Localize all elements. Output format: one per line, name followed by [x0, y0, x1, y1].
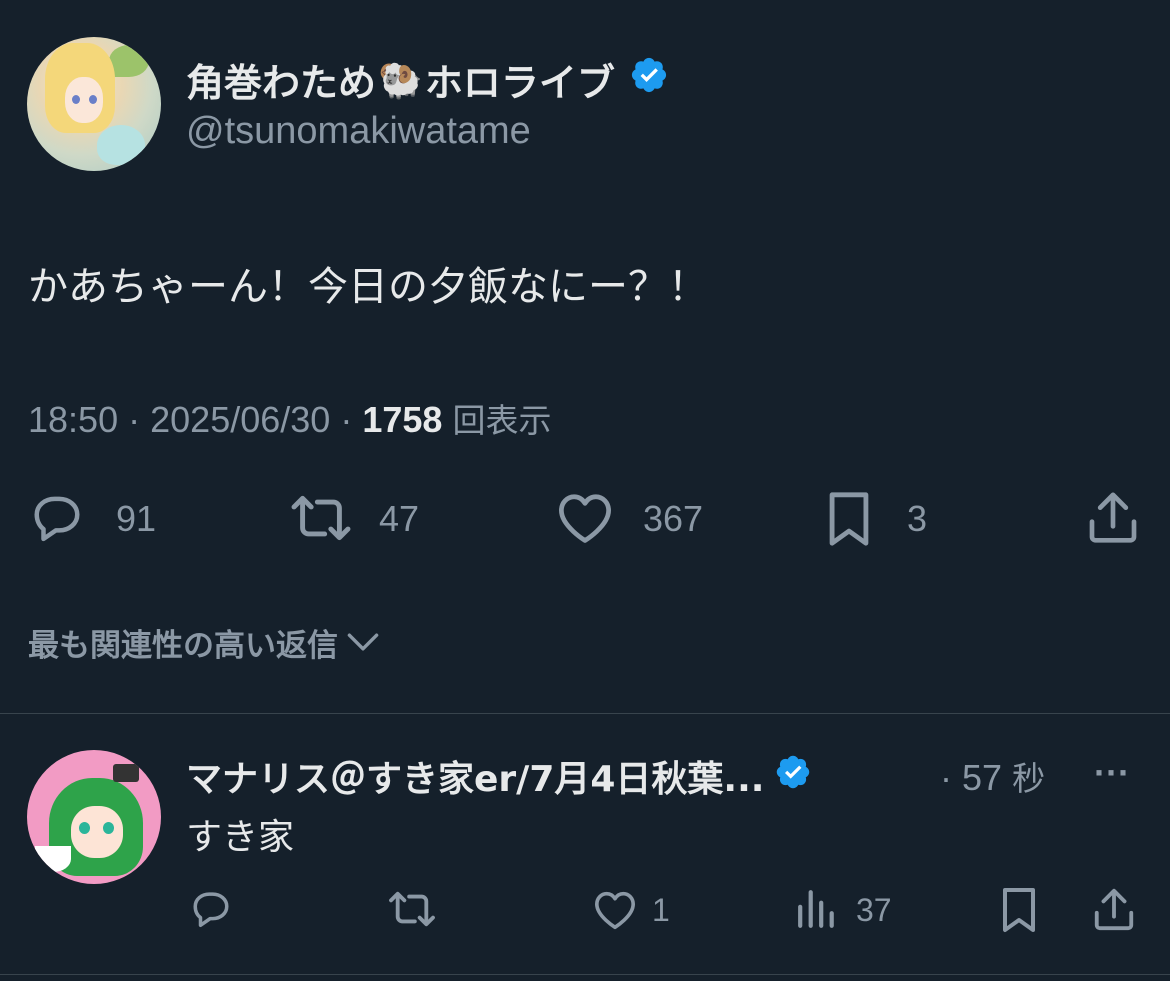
reply-button[interactable]: [28, 491, 86, 545]
meta-separator: ·: [128, 399, 141, 440]
tweet-date[interactable]: 2025/06/30: [150, 399, 330, 440]
reply-time-value: 57: [962, 757, 1003, 798]
reply-views-count: 37: [856, 892, 892, 928]
verified-badge-icon: [774, 753, 812, 800]
like-count: 367: [643, 498, 704, 539]
reply-like-count: 1: [652, 892, 670, 928]
author-name-suffix: ホロライブ: [424, 61, 615, 105]
author-name-text: 角巻わため: [186, 61, 377, 105]
reply-retweet-button[interactable]: [386, 888, 438, 930]
heart-icon: [556, 492, 614, 544]
reply-sort-dropdown[interactable]: 最も関連性の高い返信: [28, 620, 380, 665]
author-avatar[interactable]: [27, 37, 161, 171]
reply-share-button[interactable]: [1092, 886, 1136, 932]
more-options-icon[interactable]: ···: [1094, 752, 1130, 794]
sort-label-text: 最も関連性の高い返信: [28, 628, 338, 664]
reply-views-button[interactable]: [796, 888, 838, 930]
reply-icon: [188, 888, 234, 930]
reply-icon: [28, 491, 86, 545]
bookmark-count: 3: [907, 498, 928, 539]
reply-author-avatar[interactable]: [27, 750, 161, 884]
bookmark-icon: [826, 490, 872, 548]
author-handle[interactable]: @tsunomakiwatame: [186, 110, 531, 153]
author-display-name[interactable]: 角巻わため 🐏 ホロライブ: [186, 52, 669, 107]
divider: [0, 713, 1170, 714]
views-label: 回表示: [452, 401, 552, 440]
reply-time-separator: ·: [940, 757, 952, 798]
bookmark-icon: [1000, 886, 1038, 934]
analytics-icon: [796, 888, 838, 930]
sheep-emoji: 🐏: [378, 59, 423, 101]
share-button[interactable]: [1086, 489, 1140, 545]
retweet-button[interactable]: [288, 491, 354, 545]
reply-count: 91: [116, 498, 157, 539]
views-count[interactable]: 1758: [362, 399, 442, 440]
reply-bookmark-button[interactable]: [1000, 886, 1038, 934]
meta-separator: ·: [340, 399, 353, 440]
bookmark-button[interactable]: [826, 490, 872, 548]
reply-author-name[interactable]: マナリス＠すき家er/7月4日秋葉...: [186, 750, 812, 802]
like-button[interactable]: [556, 492, 614, 544]
heart-icon: [592, 890, 638, 930]
share-icon: [1092, 886, 1136, 932]
reply-timestamp[interactable]: · 57 秒: [940, 752, 1045, 800]
divider: [0, 974, 1170, 975]
retweet-count: 47: [379, 498, 420, 539]
chevron-down-icon: [346, 625, 380, 661]
reply-text: すき家: [186, 817, 295, 858]
share-icon: [1086, 489, 1140, 545]
retweet-icon: [288, 491, 354, 545]
verified-badge-icon: [629, 55, 669, 104]
reply-time-unit: 秒: [1012, 759, 1046, 798]
reply-author-name-text: マナリス＠すき家er/7月4日秋葉...: [186, 759, 765, 800]
tweet-time[interactable]: 18:50: [28, 399, 118, 440]
reply-reply-button[interactable]: [188, 888, 234, 930]
retweet-icon: [386, 888, 438, 930]
tweet-text: かあちゃーん！今日の夕飯なにー？！: [28, 264, 708, 310]
tweet-meta: 18:50 · 2025/06/30 · 1758 回表示: [28, 394, 551, 442]
reply-like-button[interactable]: [592, 890, 638, 930]
